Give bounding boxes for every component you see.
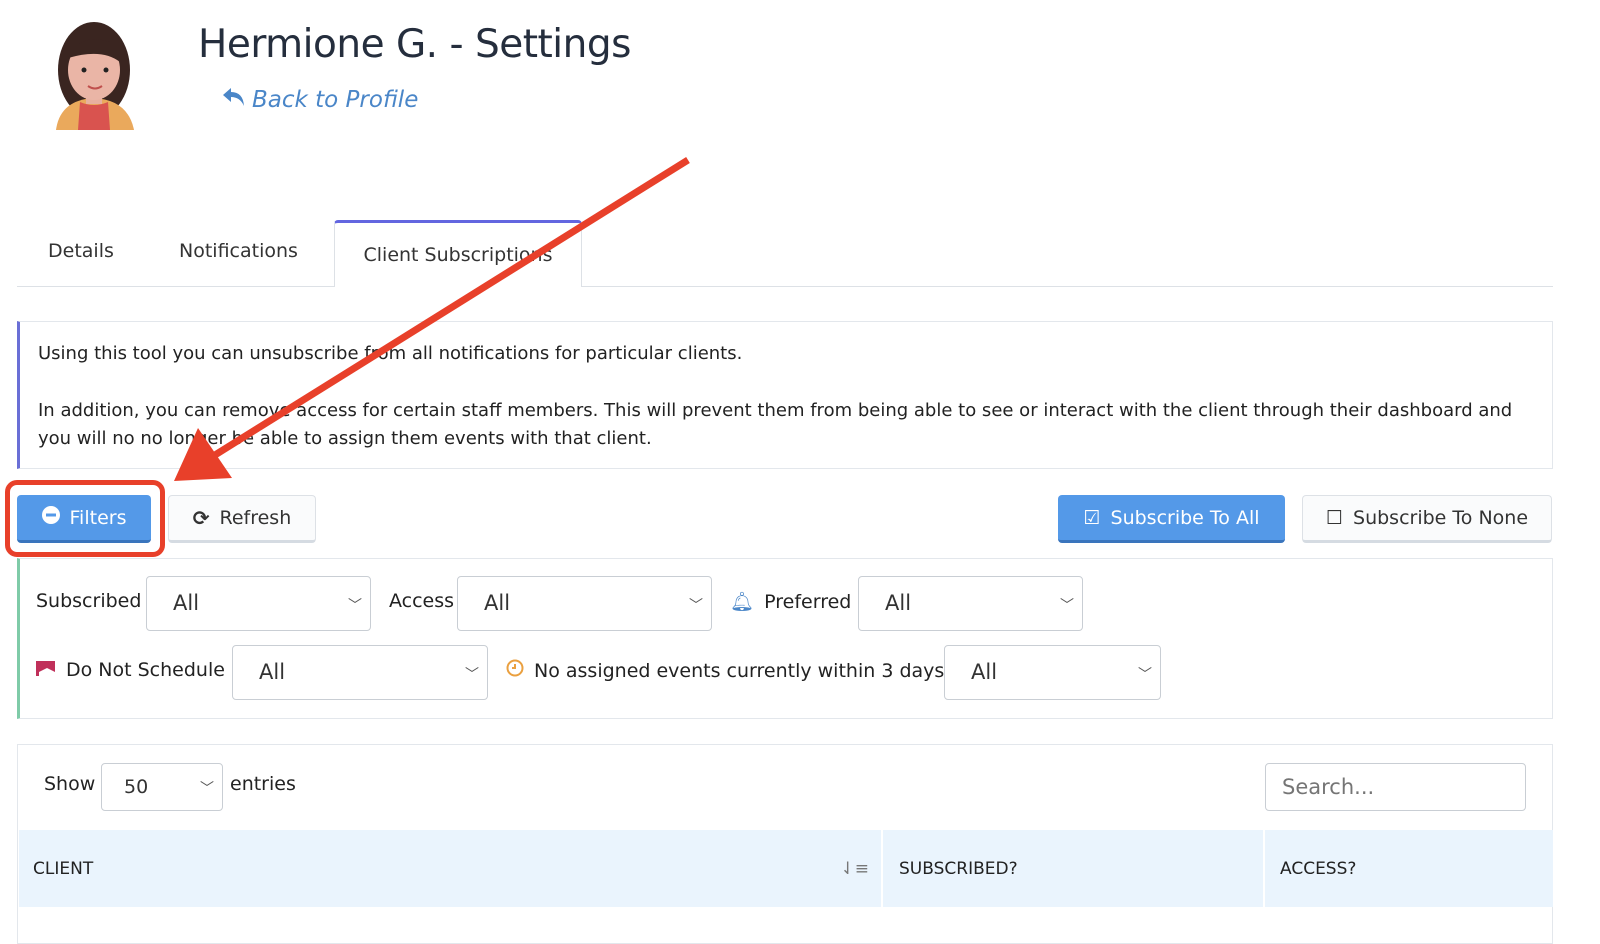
subscribe-none-label: Subscribe To None [1353,507,1529,529]
chevron-down-icon: ﹀ [200,781,214,797]
search-input[interactable] [1265,763,1526,811]
preferred-label: 🔔︎ Preferred [730,590,852,614]
access-label: Access [389,590,455,612]
chevron-down-icon: ﹀ [1138,667,1152,683]
no-events-label: No assigned events currently within 3 da… [506,659,944,682]
tab-details[interactable]: Details [48,240,114,262]
column-access[interactable]: ACCESS? [1266,830,1553,907]
no-events-select[interactable]: All ﹀ [944,645,1161,700]
column-subscribed[interactable]: SUBSCRIBED? [885,830,1265,907]
subscribed-select[interactable]: All ﹀ [146,576,371,631]
preferred-select[interactable]: All ﹀ [858,576,1083,631]
clock-icon [506,659,524,682]
tab-divider [17,286,1553,287]
entries-label: entries [230,773,296,795]
column-client[interactable]: CLIENT ⇃≡ [19,830,883,907]
subscribe-none-button[interactable]: ☐ Subscribe To None [1302,495,1552,543]
square-icon: ☐ [1325,507,1344,529]
tab-client-subscriptions[interactable]: Client Subscriptions [334,220,582,287]
do-not-schedule-select[interactable]: All ﹀ [232,645,488,700]
subscribe-all-label: Subscribe To All [1110,506,1260,529]
refresh-icon: ⟳ [192,506,210,530]
info-text-1: Using this tool you can unsubscribe from… [38,343,743,364]
subscribe-all-button[interactable]: ☑ Subscribe To All [1058,495,1285,543]
reply-arrow-icon [222,86,246,114]
refresh-label: Refresh [219,507,292,529]
back-to-profile-label: Back to Profile [252,87,419,113]
avatar [50,18,138,133]
page-title: Hermione G. - Settings [198,22,631,67]
chevron-down-icon: ﹀ [689,598,703,614]
sort-icon: ⇃≡ [840,858,870,879]
flag-icon [36,659,56,681]
table-header: CLIENT ⇃≡ SUBSCRIBED? ACCESS? [19,830,1553,907]
subscribed-label: Subscribed [36,590,142,612]
refresh-button[interactable]: ⟳ Refresh [168,495,316,543]
show-label: Show [44,773,96,795]
info-text-2: In addition, you can remove access for c… [38,400,1513,449]
back-to-profile-link[interactable]: Back to Profile [222,86,418,114]
annotation-highlight-box [5,480,165,557]
entries-select[interactable]: 50 ﹀ [101,763,223,811]
tab-notifications[interactable]: Notifications [179,240,298,262]
chevron-down-icon: ﹀ [465,667,479,683]
chevron-down-icon: ﹀ [1060,598,1074,614]
chevron-down-icon: ﹀ [348,598,362,614]
bell-icon: 🔔︎ [730,591,755,613]
do-not-schedule-label: Do Not Schedule [36,659,225,681]
check-square-icon: ☑ [1083,506,1101,529]
access-select[interactable]: All ﹀ [457,576,712,631]
info-box: Using this tool you can unsubscribe from… [17,321,1553,469]
